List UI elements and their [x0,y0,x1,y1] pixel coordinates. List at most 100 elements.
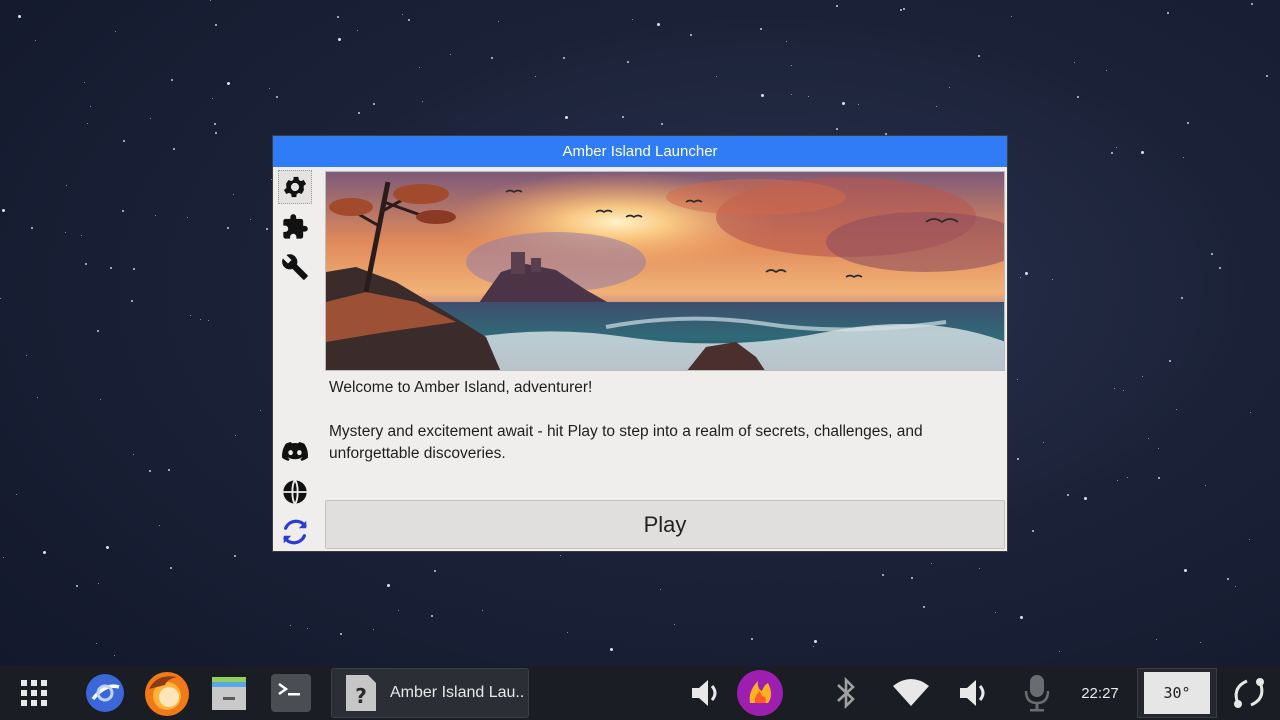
star [1020,616,1023,619]
bluetooth-control[interactable] [828,666,864,720]
star [482,610,483,611]
star [110,267,112,269]
app-grid-button[interactable] [14,666,54,720]
terminal-launcher[interactable] [269,666,313,720]
star [87,123,88,124]
star [234,555,236,557]
star [35,40,36,41]
star [1184,569,1187,572]
star [31,227,33,229]
app-grid-icon [21,680,47,706]
star [660,589,661,590]
star [936,106,937,107]
session-button[interactable] [1226,666,1272,720]
star [187,217,188,218]
star [1181,297,1183,299]
star [760,28,762,30]
star [97,330,99,332]
star [1205,485,1206,486]
star [1059,651,1060,652]
taskbar-active-window[interactable]: ? Amber Island Lau.. [331,668,529,718]
wrench-icon [282,254,308,280]
star [1084,497,1087,500]
star [836,128,838,130]
star [979,568,980,569]
star [307,628,308,629]
settings-button[interactable] [278,170,312,204]
star [210,0,211,1]
flame-app-tray[interactable] [734,666,786,720]
star [1141,151,1144,154]
star [85,263,87,265]
star [96,643,97,644]
star [81,235,82,236]
star [373,103,375,105]
volume-icon [692,680,717,706]
star [716,76,717,77]
star [632,19,633,20]
star [610,648,613,651]
window-title[interactable]: Amber Island Launcher [273,136,1007,167]
star [791,65,792,66]
microphone-control[interactable] [1018,666,1056,720]
firefox-launcher[interactable] [142,666,192,720]
sidebar [273,167,319,551]
volume-control[interactable] [684,666,728,720]
star [133,454,134,455]
star [1249,539,1250,540]
file-manager-launcher[interactable] [207,666,251,720]
star [1111,152,1113,154]
star [115,31,116,32]
launcher-window: Amber Island Launcher Welcome to Amber I… [272,135,1008,552]
star [114,655,115,656]
star [269,88,270,89]
star [1148,438,1149,439]
star [422,101,423,102]
discord-button[interactable] [278,435,312,469]
star [567,632,568,633]
star [227,82,230,85]
play-button[interactable]: Play [325,500,1005,549]
star [419,67,420,68]
browser-launcher[interactable] [84,666,126,720]
star [535,76,536,77]
volume-control-2[interactable] [952,666,996,720]
star [808,96,809,97]
seascape-banner-image [325,171,1005,371]
unknown-app-icon: ? [346,675,376,711]
star [1266,75,1268,77]
globe-icon [283,479,307,505]
star [66,185,67,186]
star [1183,157,1184,158]
volume-icon [960,680,985,706]
sync-icon [1234,678,1264,708]
star [1156,639,1157,640]
temperature-widget[interactable]: 30° [1137,668,1217,718]
star [491,57,493,59]
taskbar-window-label: Amber Island Lau.. [390,684,525,701]
star [1176,409,1177,410]
star [1219,267,1221,269]
star [900,9,902,11]
star [858,104,859,105]
star [978,55,980,57]
star [402,14,403,15]
terminal-icon [271,674,311,712]
clock[interactable]: 22:27 [1074,666,1126,720]
extensions-button[interactable] [278,210,312,244]
star [627,61,629,63]
update-button[interactable] [278,515,312,549]
star [337,16,339,18]
star [338,38,341,41]
star [949,87,950,88]
star [995,612,996,613]
tools-button[interactable] [278,250,312,284]
star [133,268,135,270]
website-button[interactable] [278,475,312,509]
star [1117,480,1118,481]
star [159,525,160,526]
wifi-control[interactable] [890,666,932,720]
star [122,210,124,212]
star [1077,96,1079,98]
star [434,570,436,572]
